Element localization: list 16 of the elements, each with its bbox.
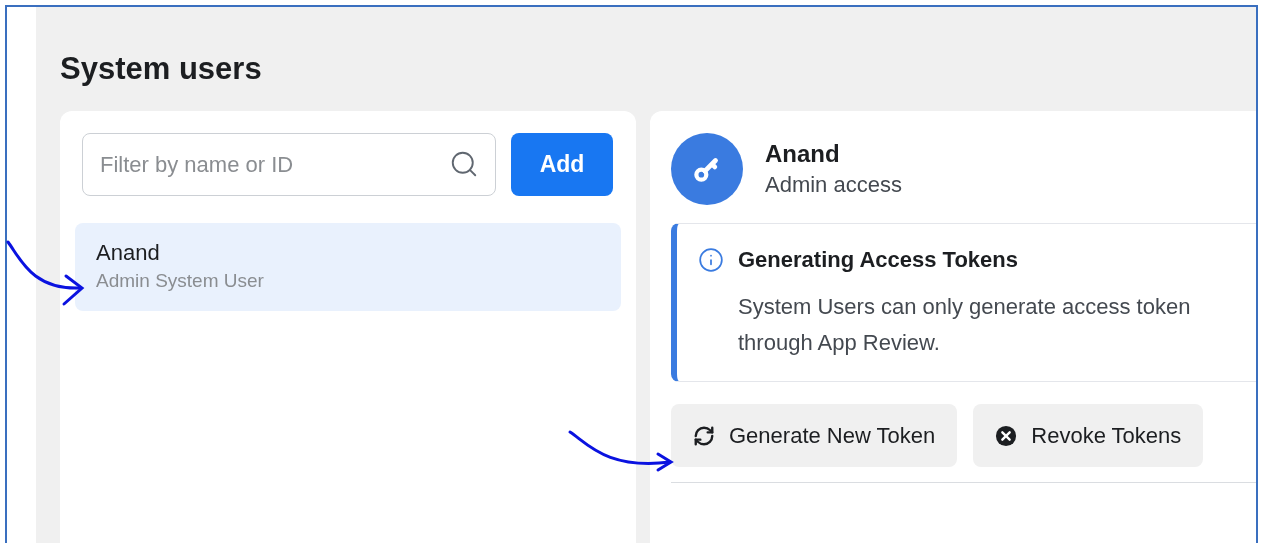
search-field[interactable]: Filter by name or ID xyxy=(82,133,496,196)
cross-circle-icon xyxy=(995,424,1018,447)
notice-title: Generating Access Tokens xyxy=(738,246,1019,274)
access-level: Admin access xyxy=(765,171,902,199)
user-list-item[interactable]: Anand Admin System User xyxy=(75,223,621,311)
info-icon xyxy=(698,247,724,273)
notice-text: System Users can only generate access token through App Review. xyxy=(738,293,1192,357)
page-title: System users xyxy=(60,50,262,88)
add-button[interactable]: Add xyxy=(511,133,613,196)
user-name: Anand xyxy=(96,239,161,267)
action-button[interactable]: Generate New Token xyxy=(671,404,958,467)
search-icon xyxy=(449,149,479,179)
action-button[interactable]: Revoke Tokens xyxy=(973,404,1204,467)
user-role: Admin System User xyxy=(96,269,265,293)
user-name: Anand xyxy=(765,139,841,169)
refresh-icon xyxy=(693,424,715,447)
